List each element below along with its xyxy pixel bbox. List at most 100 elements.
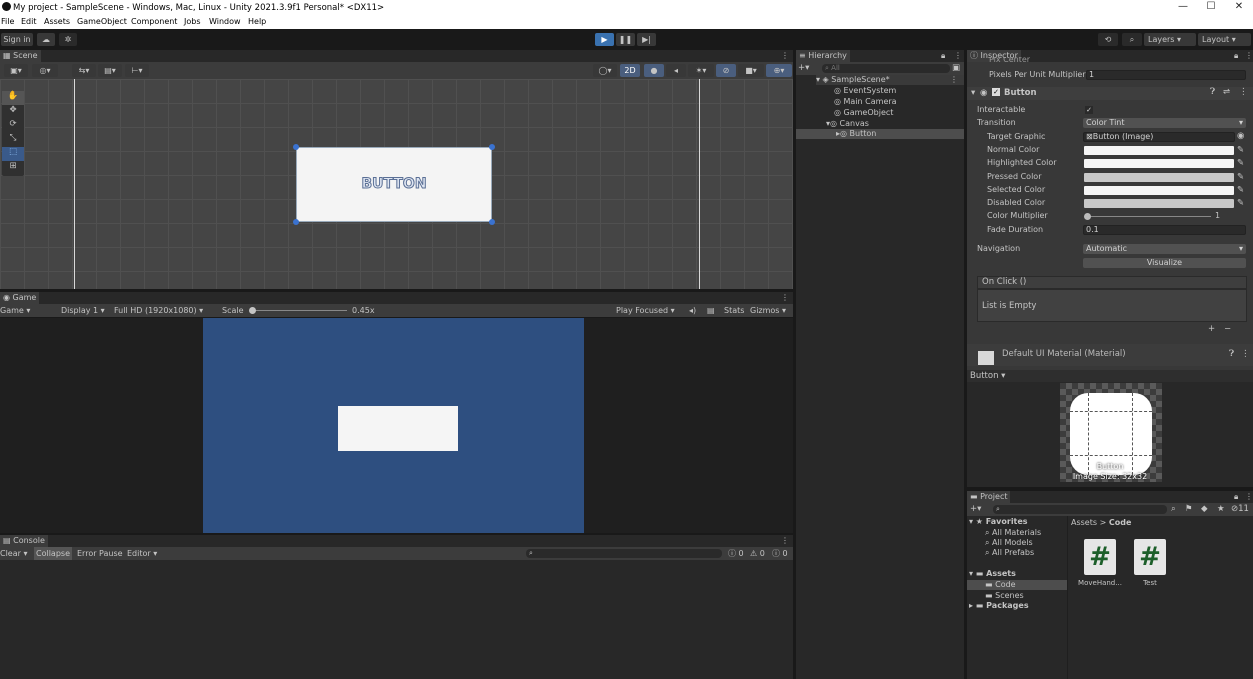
fav-item-all-prefabs[interactable]: ⌕ All Prefabs xyxy=(985,548,1034,558)
search-by-label-icon[interactable]: ⚑ xyxy=(1185,503,1193,516)
enabled-checkbox[interactable]: ✓ xyxy=(992,88,1000,96)
panel-menu-icon[interactable]: ⋮ xyxy=(778,292,792,304)
assets-folder[interactable]: ▾ ▬ Assets xyxy=(969,569,1016,579)
object-picker-icon[interactable]: ◉ xyxy=(1237,131,1244,141)
effects-icon[interactable]: ✶▾ xyxy=(688,64,714,77)
hierarchy-item-button[interactable]: ▸◎ Button xyxy=(796,129,964,139)
scale-slider-thumb[interactable] xyxy=(249,307,256,314)
tab-console[interactable]: ▤ Console xyxy=(0,535,48,547)
hand-tool-icon[interactable]: ✋ xyxy=(2,91,24,105)
error-pause-toggle[interactable]: Error Pause xyxy=(77,547,123,560)
pause-button[interactable]: ❚❚ xyxy=(616,33,635,46)
create-add-icon[interactable]: +▾ xyxy=(798,62,809,75)
tab-hierarchy[interactable]: ≡ Hierarchy xyxy=(796,50,850,62)
eyedropper-icon[interactable]: ✎ xyxy=(1237,158,1244,168)
scene-button-object[interactable]: BUTTON xyxy=(296,147,492,222)
panel-menu-icon[interactable]: ⋮ xyxy=(778,535,792,547)
help-icon[interactable]: ❓︎ xyxy=(1229,349,1234,359)
panel-menu-icon[interactable]: ⋮ xyxy=(1242,491,1253,503)
rect-handle[interactable] xyxy=(293,219,299,225)
console-log-area[interactable] xyxy=(0,560,793,679)
panel-menu-icon[interactable]: ⋮ xyxy=(778,50,792,62)
menu-gameobject[interactable]: GameObject xyxy=(77,17,127,26)
play-focused-dropdown[interactable]: Play Focused ▾ xyxy=(616,304,675,317)
tag-icon[interactable]: ◆ xyxy=(1201,503,1208,516)
rect-handle[interactable] xyxy=(293,144,299,150)
disabled-color-swatch[interactable] xyxy=(1084,199,1234,208)
hidden-objects-icon[interactable]: ⊘ xyxy=(716,64,736,77)
search-by-type-icon[interactable]: ⌕ xyxy=(1171,503,1176,516)
audio-icon[interactable]: ◂ xyxy=(666,64,686,77)
remove-event-button[interactable]: − xyxy=(1224,324,1231,334)
material-header[interactable]: Default UI Material (Material) ❓︎ ⋮ xyxy=(967,344,1253,366)
menu-help[interactable]: Help xyxy=(248,17,266,26)
scene-menu-icon[interactable]: ⋮ xyxy=(950,75,958,85)
eyedropper-icon[interactable]: ✎ xyxy=(1237,198,1244,208)
project-search-input[interactable]: ⌕ xyxy=(993,505,1167,514)
asset-file[interactable]: # Test xyxy=(1127,539,1173,589)
favorite-star-icon[interactable]: ★ xyxy=(1217,503,1225,516)
target-graphic-field[interactable]: ⊠Button (Image) xyxy=(1083,132,1235,142)
eyedropper-icon[interactable]: ✎ xyxy=(1237,145,1244,155)
scale-tool-icon[interactable]: ⤡ xyxy=(2,133,24,147)
component-menu-icon[interactable]: ⋮ xyxy=(1241,349,1250,359)
console-search-input[interactable]: ⌕ xyxy=(526,549,722,558)
collab-icon[interactable]: ✲ xyxy=(59,33,77,46)
component-menu-icon[interactable]: ⋮ xyxy=(1239,87,1248,97)
navigation-dropdown[interactable]: Automatic ▾ xyxy=(1083,244,1246,254)
pressed-color-swatch[interactable] xyxy=(1084,173,1234,182)
warning-count[interactable]: ⚠ 0 xyxy=(750,547,765,560)
error-count[interactable]: ⓘ 0 xyxy=(772,547,788,560)
color-multiplier-value[interactable]: 1 xyxy=(1215,210,1220,222)
transition-dropdown[interactable]: Color Tint ▾ xyxy=(1083,118,1246,128)
menu-file[interactable]: File xyxy=(1,17,14,26)
lock-icon[interactable]: 🔒︎ xyxy=(1231,50,1241,62)
hierarchy-item-eventsystem[interactable]: ◎ EventSystem xyxy=(834,86,896,96)
draw-mode-icon[interactable]: ▣▾ xyxy=(4,64,28,77)
step-button[interactable]: ▶| xyxy=(637,33,656,46)
folder-code[interactable]: ▬ Code xyxy=(967,580,1067,590)
hierarchy-search-input[interactable]: ⌕ All xyxy=(822,64,950,73)
gizmos-dropdown[interactable]: Gizmos ▾ xyxy=(750,304,786,317)
menu-jobs[interactable]: Jobs xyxy=(184,17,201,26)
transform-tool-icon[interactable]: ⊞ xyxy=(2,161,24,175)
menu-assets[interactable]: Assets xyxy=(44,17,70,26)
breadcrumb-assets[interactable]: Assets xyxy=(1071,518,1097,527)
clear-button[interactable]: Clear ▾ xyxy=(0,547,27,560)
create-add-icon[interactable]: +▾ xyxy=(970,503,981,516)
resolution-dropdown[interactable]: Full HD (1920x1080) ▾ xyxy=(114,304,203,317)
scale-slider[interactable] xyxy=(252,310,347,311)
move-tool-icon[interactable]: ✥ xyxy=(2,105,24,119)
rotate-tool-icon[interactable]: ⟳ xyxy=(2,119,24,133)
button-component-header[interactable]: ▾ ◉ ✓ Button ❓︎ ⇌ ⋮ xyxy=(967,87,1253,100)
tab-game[interactable]: ◉ Game xyxy=(0,292,40,304)
scene-view[interactable]: BUTTON xyxy=(0,79,793,289)
layers-dropdown[interactable]: Layers ▾ xyxy=(1144,33,1196,46)
stats-button[interactable]: Stats xyxy=(724,304,744,317)
keyboard-icon[interactable]: ▤ xyxy=(707,304,715,317)
grid-snap-icon[interactable]: ▤▾ xyxy=(98,64,122,77)
menu-window[interactable]: Window xyxy=(209,17,241,26)
normal-color-swatch[interactable] xyxy=(1084,146,1234,155)
play-button[interactable]: ▶ xyxy=(595,33,614,46)
mute-audio-icon[interactable]: ◂) xyxy=(689,304,696,317)
editor-dropdown[interactable]: Editor ▾ xyxy=(127,547,157,560)
2d-toggle[interactable]: 2D xyxy=(620,64,640,77)
history-icon[interactable]: ⟲ xyxy=(1098,33,1118,46)
preview-dropdown[interactable]: Button ▾ xyxy=(970,371,1005,381)
scene-visibility-icon[interactable]: ▣ xyxy=(952,62,960,75)
asset-file[interactable]: # MoveHand... xyxy=(1077,539,1123,589)
eyedropper-icon[interactable]: ✎ xyxy=(1237,185,1244,195)
gizmos-icon[interactable]: ⊕▾ xyxy=(766,64,792,77)
game-button-object[interactable] xyxy=(338,406,458,451)
search-icon[interactable]: ⌕ xyxy=(1122,33,1142,46)
render-mode-icon[interactable]: ◎▾ xyxy=(32,64,58,77)
hierarchy-item-main-camera[interactable]: ◎ Main Camera xyxy=(834,97,897,107)
help-icon[interactable]: ❓︎ xyxy=(1210,87,1215,97)
hierarchy-item-canvas[interactable]: ▾◎ Canvas xyxy=(826,119,869,129)
pivot-icon[interactable]: ⇆▾ xyxy=(72,64,96,77)
camera-icon[interactable]: ■▾ xyxy=(738,64,764,77)
close-button[interactable]: ✕ xyxy=(1225,0,1253,14)
hierarchy-scene-item[interactable]: ▾ ◈ SampleScene* ⋮ xyxy=(816,75,964,85)
game-view-render[interactable] xyxy=(203,318,584,533)
